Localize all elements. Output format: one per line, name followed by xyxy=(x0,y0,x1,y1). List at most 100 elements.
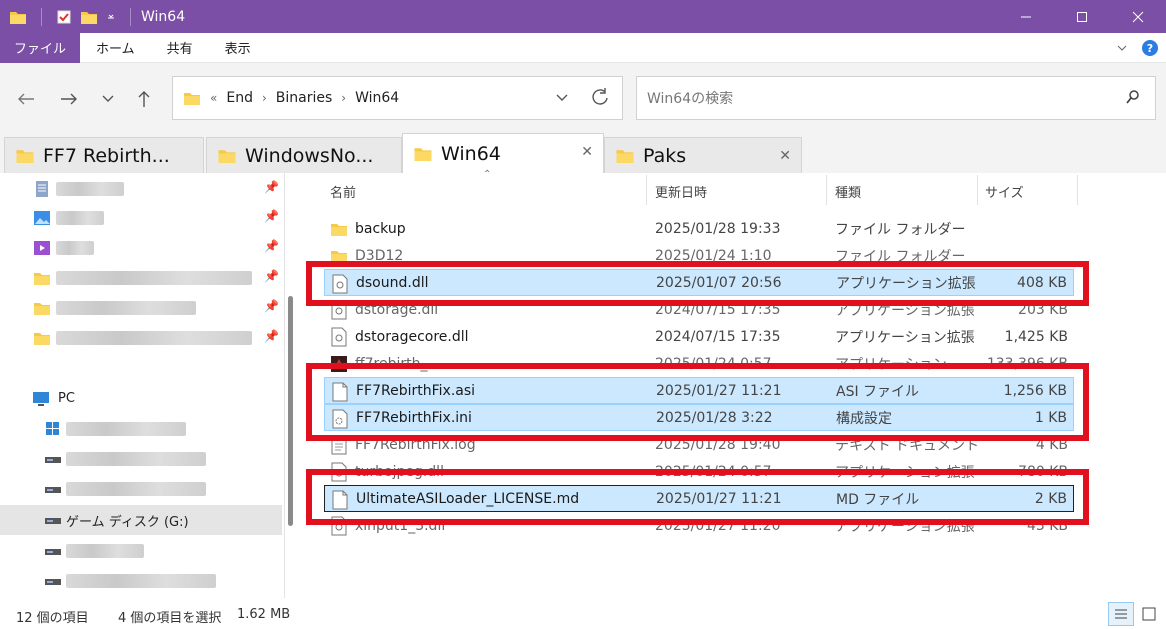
file-row[interactable]: backup 2025/01/28 19:33 ファイル フォルダー xyxy=(324,215,1074,242)
close-tab-icon[interactable]: ✕ xyxy=(779,148,791,164)
tab-label: FF7 Rebirth... xyxy=(43,144,170,167)
column-header-type[interactable]: 種類 xyxy=(835,173,861,209)
sidebar-item-folder[interactable]: 📌 xyxy=(0,294,282,321)
sidebar-item-folder[interactable]: 📌 xyxy=(0,264,282,291)
forward-button[interactable] xyxy=(55,85,83,113)
sidebar-item-drive[interactable] xyxy=(0,415,282,442)
sidebar-scrollbar[interactable] xyxy=(288,296,293,526)
up-button[interactable] xyxy=(130,85,158,113)
breadcrumb-binaries[interactable]: Binaries xyxy=(276,90,333,106)
address-dropdown-icon[interactable] xyxy=(554,89,570,105)
minimize-icon xyxy=(1021,16,1031,17)
tab-label: Paks xyxy=(643,144,687,167)
tab-ff7-rebirth[interactable]: FF7 Rebirth... xyxy=(4,137,204,173)
folder-icon xyxy=(34,273,50,285)
column-header-name[interactable]: 名前 xyxy=(330,173,356,209)
blurred-label xyxy=(66,482,206,496)
minimize-button[interactable] xyxy=(998,0,1054,33)
file-row[interactable]: dstoragecore.dll 2024/07/15 17:35 アプリケーシ… xyxy=(324,323,1074,350)
drive-icon xyxy=(45,457,61,463)
file-size: 1,425 KB xyxy=(1004,328,1068,345)
help-icon[interactable]: ? xyxy=(1142,40,1158,56)
folder-icon xyxy=(34,333,50,345)
tab-windowsno[interactable]: WindowsNo... xyxy=(206,137,402,173)
drive-icon xyxy=(45,549,61,555)
sidebar-item-pictures[interactable]: 📌 xyxy=(0,204,282,231)
blurred-label xyxy=(66,452,206,466)
expand-ribbon-icon[interactable] xyxy=(1116,42,1128,54)
overflow-chevron-icon[interactable]: « xyxy=(210,91,217,105)
column-separator[interactable] xyxy=(826,175,827,205)
ribbon-tabs: ファイル ホーム 共有 表示 ? xyxy=(0,32,1166,63)
drive-icon xyxy=(45,579,61,585)
breadcrumb-separator-icon[interactable]: › xyxy=(262,91,267,105)
file-date: 2024/07/15 17:35 xyxy=(655,328,781,345)
sidebar-item-drive[interactable] xyxy=(0,445,282,472)
sidebar-item-drive[interactable] xyxy=(0,475,282,502)
address-bar[interactable]: « End › Binaries › Win64 xyxy=(172,76,623,120)
column-header-date[interactable]: 更新日時 xyxy=(655,173,707,209)
column-header-size[interactable]: サイズ xyxy=(985,173,1024,209)
close-tab-icon[interactable]: ✕ xyxy=(581,144,593,160)
column-size-label: サイズ xyxy=(985,185,1024,201)
sidebar-item-drive[interactable] xyxy=(0,537,282,564)
sidebar-item-documents[interactable]: 📌 xyxy=(0,175,282,202)
breadcrumb-end[interactable]: End xyxy=(226,90,253,106)
breadcrumb-separator-icon[interactable]: › xyxy=(341,91,346,105)
column-separator[interactable] xyxy=(977,175,978,205)
tab-share[interactable]: 共有 xyxy=(151,33,209,63)
pin-icon: 📌 xyxy=(264,239,279,253)
breadcrumb-win64[interactable]: Win64 xyxy=(355,90,399,106)
blurred-label xyxy=(56,301,196,315)
drive-icon xyxy=(45,518,61,524)
refresh-icon[interactable] xyxy=(590,87,610,107)
tab-paks[interactable]: Paks ✕ xyxy=(604,137,802,173)
new-folder-icon[interactable] xyxy=(80,9,98,25)
pin-icon: 📌 xyxy=(264,269,279,283)
folder-tab-bar: FF7 Rebirth... WindowsNo... Win64 ✕ Paks… xyxy=(0,133,1166,173)
sort-ascending-icon: ⌃ xyxy=(483,169,492,180)
folder-icon xyxy=(184,93,200,105)
pin-icon: 📌 xyxy=(264,329,279,343)
navigation-pane: 📌 📌 📌 📌 📌 📌 PC ゲーム ディスク (G:) xyxy=(0,173,285,598)
sidebar-item-videos[interactable]: 📌 xyxy=(0,234,282,261)
recent-locations-button[interactable] xyxy=(94,85,122,113)
properties-icon[interactable] xyxy=(56,9,72,25)
sidebar-item-drive[interactable] xyxy=(0,567,282,594)
item-count: 12 個の項目 xyxy=(16,611,89,626)
column-separator[interactable] xyxy=(1077,175,1078,205)
pin-icon: 📌 xyxy=(264,299,279,313)
column-date-label: 更新日時 xyxy=(655,185,708,201)
pin-icon: 📌 xyxy=(264,180,279,194)
drive-icon xyxy=(45,487,61,493)
selection-size: 1.62 MB xyxy=(237,607,291,622)
sidebar-item-folder[interactable]: 📌 xyxy=(0,324,282,351)
sidebar-item-game-disk[interactable]: ゲーム ディスク (G:) xyxy=(0,505,282,535)
blurred-label xyxy=(56,271,252,285)
close-button[interactable] xyxy=(1110,0,1166,33)
back-button[interactable] xyxy=(12,85,40,113)
search-placeholder: Win64の検索 xyxy=(647,91,734,107)
details-view-button[interactable] xyxy=(1108,602,1134,626)
sidebar-item-pc[interactable]: PC xyxy=(0,385,282,412)
tab-home[interactable]: ホーム xyxy=(80,33,151,63)
search-icon[interactable] xyxy=(1125,89,1141,105)
status-bar: 12 個の項目 4 個の項目を選択 1.62 MB xyxy=(0,598,1166,629)
details-view-icon xyxy=(1115,609,1127,619)
pin-icon: 📌 xyxy=(264,209,279,223)
folder-icon xyxy=(34,303,50,315)
blurred-label xyxy=(66,544,144,558)
folder-icon xyxy=(331,224,347,236)
document-icon xyxy=(36,181,48,197)
folder-icon xyxy=(616,150,634,163)
tab-win64[interactable]: Win64 ✕ xyxy=(402,133,604,173)
large-icons-view-button[interactable] xyxy=(1136,602,1162,626)
column-separator[interactable] xyxy=(646,175,647,205)
tab-view[interactable]: 表示 xyxy=(209,33,267,63)
arrow-right-icon xyxy=(61,93,77,105)
tab-file[interactable]: ファイル xyxy=(0,32,81,63)
maximize-button[interactable] xyxy=(1054,0,1110,33)
selection-count: 4 個の項目を選択 xyxy=(118,611,222,626)
search-input[interactable]: Win64の検索 xyxy=(636,76,1156,120)
quick-access-dropdown-icon[interactable] xyxy=(106,12,116,22)
